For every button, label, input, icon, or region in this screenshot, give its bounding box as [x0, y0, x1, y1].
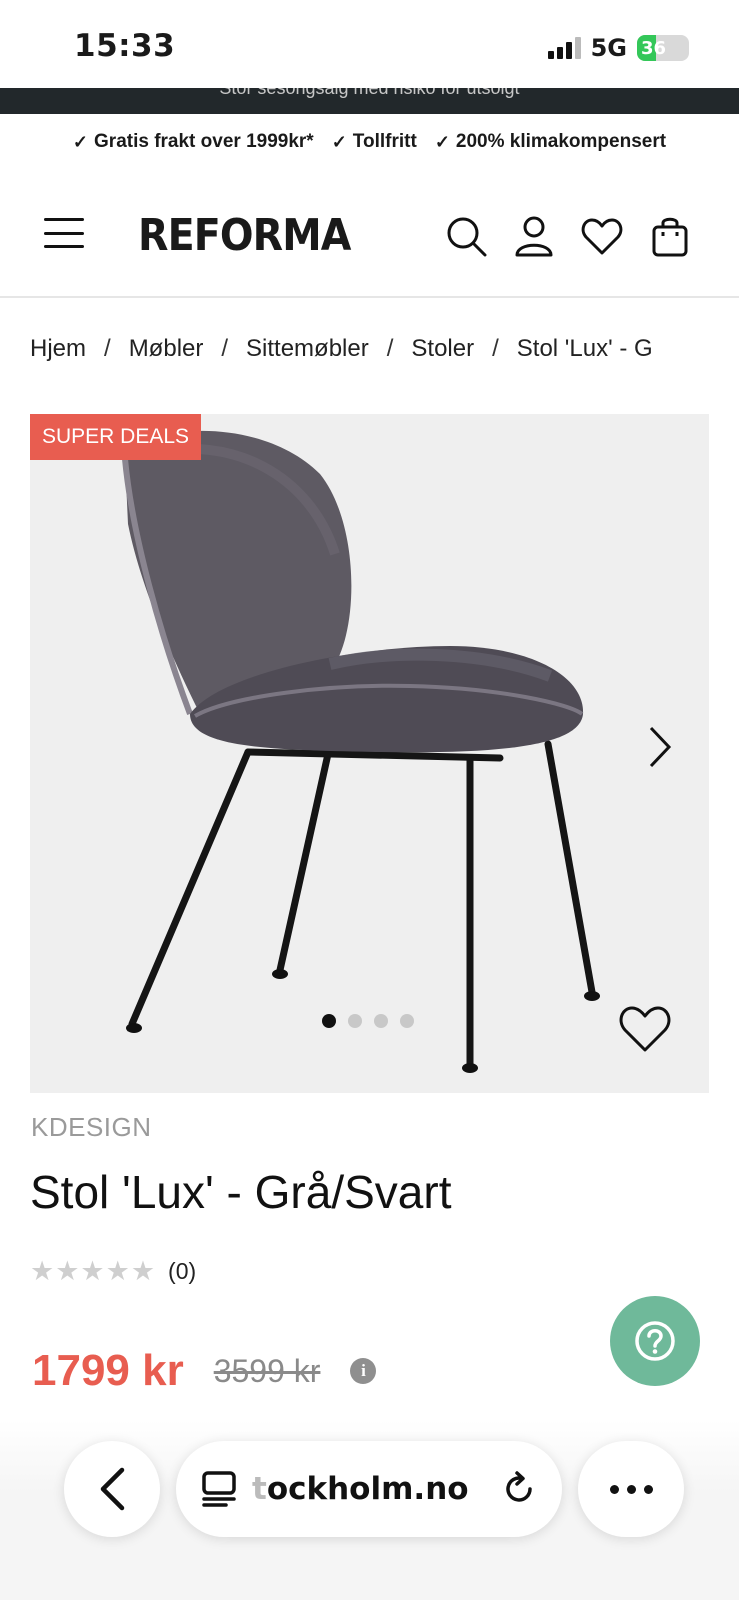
sale-price: 1799 kr — [32, 1346, 184, 1395]
usp-label: Tollfritt — [352, 131, 417, 152]
check-icon: ✓ — [434, 131, 450, 152]
breadcrumb-separator: / — [492, 335, 499, 362]
cart-icon[interactable] — [648, 214, 692, 258]
search-icon[interactable] — [444, 214, 488, 258]
site-header: REFORMA — [0, 186, 739, 298]
chevron-right-icon[interactable] — [645, 724, 675, 770]
url-fade-prefix: t — [252, 1471, 267, 1507]
deal-badge: SUPER DEALS — [30, 414, 202, 460]
question-icon — [635, 1321, 675, 1361]
usp-bar: ✓ Gratis frakt over 1999kr* ✓ Tollfritt ✓ 2… — [0, 114, 739, 170]
menu-icon[interactable] — [44, 218, 84, 248]
breadcrumb: Hjem / Møbler / Sittemøbler / Stoler / Stol 'Lux… — [30, 335, 710, 363]
address-bar[interactable]: tockholm.no — [176, 1441, 562, 1537]
breadcrumb-stoler[interactable]: Stoler — [411, 335, 474, 362]
usp-item: ✓ Tollfritt — [332, 131, 417, 153]
gallery-pagination — [322, 1014, 414, 1028]
breadcrumb-separator: / — [104, 335, 111, 362]
more-dot — [626, 1484, 636, 1494]
more-dot — [643, 1484, 653, 1494]
network-type: 5G — [590, 34, 627, 62]
status-bar: 15:33 5G 36 — [0, 0, 739, 88]
usp-item: ✓ 200% klimakompensert — [435, 131, 666, 153]
star-rating-icon: ★★★★★ — [30, 1256, 157, 1286]
check-icon: ✓ — [331, 131, 347, 152]
help-button[interactable] — [610, 1296, 700, 1386]
review-count: (0) — [168, 1258, 197, 1284]
product-brand[interactable]: KDESIGN — [31, 1112, 152, 1143]
header-actions — [444, 214, 692, 258]
usp-label: Gratis frakt over 1999kr* — [94, 131, 314, 152]
promo-text: Stor sesongsalg med risiko for utsolgt — [219, 88, 520, 98]
breadcrumb-home[interactable]: Hjem — [30, 335, 86, 362]
pagination-dot[interactable] — [400, 1014, 414, 1028]
reload-icon[interactable] — [500, 1470, 538, 1508]
wishlist-icon[interactable] — [580, 214, 624, 258]
site-logo[interactable]: REFORMA — [138, 210, 351, 261]
product-title: Stol 'Lux' - Grå/Svart — [30, 1166, 452, 1218]
url-text: tockholm.no — [252, 1471, 486, 1507]
check-icon: ✓ — [72, 131, 89, 152]
breadcrumb-current: Stol 'Lux' - G — [516, 335, 653, 362]
info-icon[interactable]: i — [350, 1358, 377, 1384]
more-dot — [609, 1484, 619, 1494]
pagination-dot[interactable] — [374, 1014, 388, 1028]
signal-icon — [547, 37, 581, 59]
breadcrumb-fade — [671, 330, 711, 370]
original-price: 3599 kr — [213, 1352, 321, 1389]
status-time: 15:33 — [74, 28, 176, 64]
product-image-chair — [122, 430, 600, 1073]
heart-icon[interactable] — [617, 1004, 673, 1054]
product-rating[interactable]: ★★★★★ (0) — [30, 1256, 196, 1287]
usp-item: ✓ Gratis frakt over 1999kr* — [73, 131, 314, 153]
breadcrumb-separator: / — [386, 335, 394, 362]
product-gallery[interactable]: SUPER DEALS — [30, 414, 709, 1093]
breadcrumb-separator: / — [221, 335, 229, 362]
breadcrumb-mobler[interactable]: Møbler — [129, 335, 204, 362]
usp-label: 200% klimakompensert — [455, 131, 667, 152]
url-domain: ockholm.no — [266, 1471, 469, 1507]
battery-icon: 36 — [637, 35, 689, 61]
promo-banner[interactable]: Stor sesongsalg med risiko for utsolgt — [0, 88, 739, 114]
chevron-left-icon — [100, 1467, 125, 1511]
pagination-dot[interactable] — [348, 1014, 362, 1028]
reader-mode-icon[interactable] — [200, 1470, 238, 1508]
price-row: 1799 kr 3599 kr i — [32, 1346, 377, 1396]
browser-more-button[interactable] — [578, 1441, 684, 1537]
battery-percent: 36 — [641, 37, 667, 59]
account-icon[interactable] — [512, 214, 556, 258]
browser-back-button[interactable] — [64, 1441, 160, 1537]
breadcrumb-sittemobler[interactable]: Sittemøbler — [246, 335, 369, 362]
pagination-dot[interactable] — [322, 1014, 336, 1028]
status-indicators: 5G 36 — [547, 34, 689, 62]
